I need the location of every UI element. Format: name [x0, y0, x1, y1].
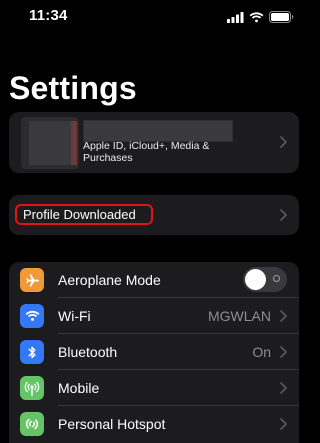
account-name-redacted: [83, 120, 233, 142]
wifi-icon: [249, 11, 264, 22]
apple-id-subtitle: Apple ID, iCloud+, Media & Purchases: [83, 140, 210, 164]
chevron-right-icon: [280, 418, 287, 430]
page-title: Settings: [9, 70, 137, 106]
chevron-right-icon: [280, 310, 287, 322]
wifi-icon: [20, 304, 44, 328]
wifi-label: Wi-Fi: [58, 308, 91, 324]
settings-row-mobile[interactable]: Mobile: [9, 370, 299, 406]
airplane-icon: [20, 268, 44, 292]
bluetooth-icon: [20, 340, 44, 364]
apple-id-row[interactable]: Apple ID, iCloud+, Media & Purchases: [9, 112, 299, 173]
signal-bars-icon: [227, 11, 244, 23]
wifi-network-value: MGWLAN: [208, 308, 271, 324]
chevron-right-icon: [280, 136, 287, 148]
settings-row-personal-hotspot[interactable]: Personal Hotspot: [9, 406, 299, 442]
settings-row-aeroplane-mode: Aeroplane Mode: [9, 262, 299, 298]
profile-downloaded-label: Profile Downloaded: [23, 207, 136, 222]
toggle-off-indicator: [273, 275, 280, 282]
network-settings-group: Aeroplane Mode Wi-Fi MGWLAN Bluetooth On…: [9, 262, 299, 443]
mobile-label: Mobile: [58, 380, 100, 396]
antenna-icon: [20, 376, 44, 400]
settings-row-bluetooth[interactable]: Bluetooth On: [9, 334, 299, 370]
chevron-right-icon: [280, 382, 287, 394]
battery-icon: [269, 11, 294, 23]
aeroplane-mode-toggle[interactable]: [243, 267, 287, 292]
avatar: [21, 117, 79, 169]
toggle-knob: [245, 269, 266, 290]
status-icons: [227, 10, 294, 24]
chevron-right-icon: [280, 346, 287, 358]
chevron-right-icon: [280, 209, 287, 221]
profile-downloaded-row[interactable]: Profile Downloaded: [9, 195, 299, 235]
personal-hotspot-label: Personal Hotspot: [58, 416, 166, 432]
aeroplane-mode-label: Aeroplane Mode: [58, 272, 161, 288]
status-time: 11:34: [29, 7, 68, 24]
status-bar: 11:34: [0, 0, 308, 34]
hotspot-icon: [20, 412, 44, 436]
bluetooth-label: Bluetooth: [58, 344, 118, 360]
settings-row-wifi[interactable]: Wi-Fi MGWLAN: [9, 298, 299, 334]
bluetooth-status-value: On: [252, 344, 271, 360]
